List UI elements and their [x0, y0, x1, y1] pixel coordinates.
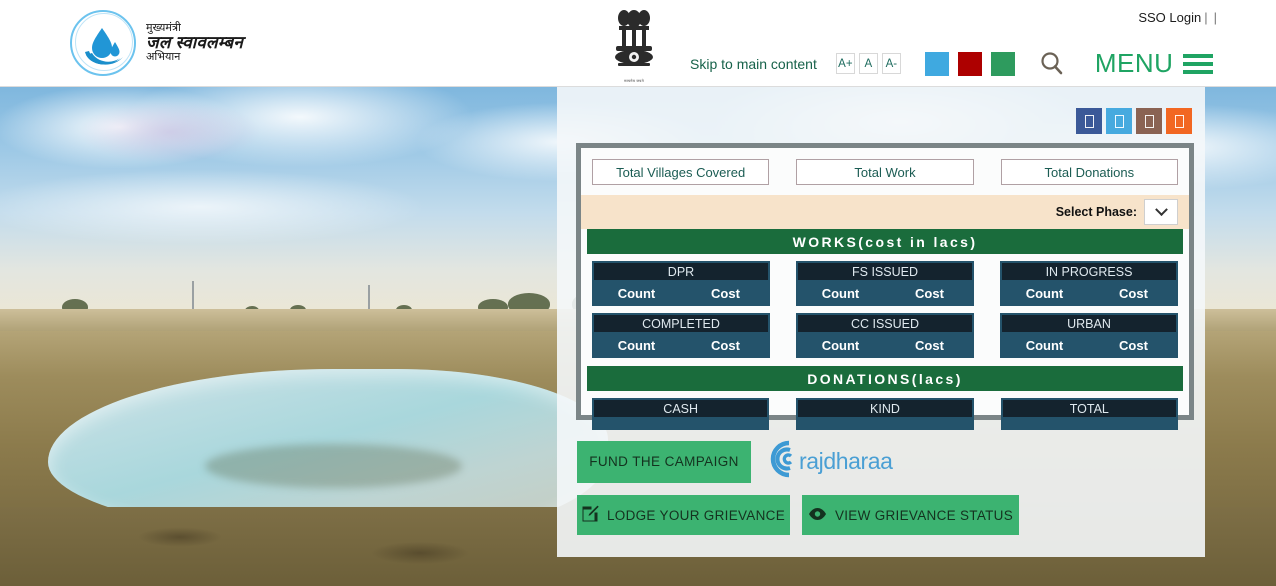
main-menu-button[interactable]: MENU [1095, 48, 1214, 79]
works-cost-label: Cost [915, 337, 944, 353]
works-count-label: Count [1025, 285, 1064, 301]
select-phase-row: Select Phase: [581, 195, 1189, 229]
chevron-down-icon [1154, 202, 1168, 216]
view-grievance-status-button[interactable]: VIEW GRIEVANCE STATUS [802, 495, 1019, 535]
donations-cell-kind[interactable]: KIND [796, 398, 974, 430]
missing-glyph-icon [1114, 114, 1124, 128]
emblem-caption: सत्यमेव जयते [624, 79, 644, 83]
works-count-label: Count [617, 285, 656, 301]
works-cell-fs-issued[interactable]: FS ISSUED Count Cost [796, 261, 974, 306]
rajdharaa-label: rajdharaa [799, 448, 893, 474]
total-villages-covered-button[interactable]: Total Villages Covered [592, 159, 770, 185]
works-cost-label: Cost [1119, 337, 1148, 353]
sso-separator-2: | [1213, 10, 1217, 25]
font-increase-button[interactable]: A+ [835, 53, 855, 74]
edit-pencil-icon [582, 505, 599, 525]
works-cost-label: Cost [711, 337, 740, 353]
works-cell-dpr[interactable]: DPR Count Cost [592, 261, 770, 306]
works-row-2: COMPLETED Count Cost CC ISSUED Count Cost … [581, 306, 1189, 358]
donations-section-heading: DONATIONS(lacs) [587, 366, 1183, 391]
works-count-label: Count [821, 285, 860, 301]
works-row-1: DPR Count Cost FS ISSUED Count Cost IN PRO… [581, 254, 1189, 306]
lodge-grievance-label: LODGE YOUR GRIEVANCE [606, 507, 786, 523]
theme-swatch-blue[interactable] [924, 51, 949, 76]
water-drop-logo-icon [68, 8, 138, 78]
view-grievance-status-label: VIEW GRIEVANCE STATUS [834, 507, 1014, 523]
logo-line-3: अभियान [146, 50, 181, 63]
theme-swatch-red[interactable] [957, 51, 982, 76]
eye-icon [808, 507, 827, 524]
logo-line-2: जल स्वावलम्बन [146, 33, 243, 53]
hamburger-icon [1183, 53, 1214, 74]
donations-cell-title: KIND [798, 400, 972, 417]
select-phase-label: Select Phase: [1055, 205, 1137, 219]
works-count-label: Count [1025, 337, 1064, 353]
skip-to-main-content-link[interactable]: Skip to main content [690, 56, 817, 72]
accessibility-toolbar: Skip to main content A+ A A- MENU [690, 48, 1214, 79]
fund-campaign-row: FUND THE CAMPAIGN rajdharaa [577, 439, 893, 484]
works-cell-title: DPR [594, 263, 768, 280]
theme-color-swatches [924, 51, 1015, 76]
total-donations-button[interactable]: Total Donations [1000, 159, 1178, 185]
works-cell-title: FS ISSUED [798, 263, 972, 280]
donations-row: CASH KIND TOTAL [581, 391, 1189, 440]
sso-login-link[interactable]: SSO Login [1138, 10, 1201, 25]
missing-glyph-icon [1174, 114, 1184, 128]
site-header: मुख्यमंत्री जल स्वावलम्बन अभियान सत्यमेव… [0, 0, 1276, 87]
works-cell-title: COMPLETED [594, 315, 768, 332]
font-normal-button[interactable]: A [858, 53, 878, 74]
works-cell-title: CC ISSUED [798, 315, 972, 332]
theme-swatch-green[interactable] [990, 51, 1015, 76]
missing-glyph-icon [1144, 114, 1154, 128]
lodge-grievance-button[interactable]: LODGE YOUR GRIEVANCE [577, 495, 790, 535]
theme-square-brown[interactable] [1136, 108, 1162, 134]
works-cost-label: Cost [915, 285, 944, 301]
donations-cell-total[interactable]: TOTAL [1000, 398, 1178, 430]
grievance-buttons-row: LODGE YOUR GRIEVANCE VIEW GRIEVANCE STAT… [577, 495, 1019, 535]
works-cell-title: IN PROGRESS [1002, 263, 1176, 280]
theme-square-lightblue[interactable] [1106, 108, 1132, 134]
totals-row: Total Villages Covered Total Work Total … [581, 148, 1189, 195]
sso-login-area: SSO Login | | [1138, 10, 1220, 25]
works-count-label: Count [617, 337, 656, 353]
theme-square-buttons [1076, 108, 1192, 134]
statistics-dashboard: Total Villages Covered Total Work Total … [576, 143, 1194, 430]
theme-square-orange[interactable] [1166, 108, 1192, 134]
works-cost-label: Cost [711, 285, 740, 301]
sso-separator-1: | [1204, 10, 1208, 25]
logo-wordmark: मुख्यमंत्री जल स्वावलम्बन अभियान [146, 22, 243, 64]
works-cost-label: Cost [1119, 285, 1148, 301]
font-decrease-button[interactable]: A- [881, 53, 901, 74]
fund-the-campaign-button[interactable]: FUND THE CAMPAIGN [577, 440, 751, 483]
works-cell-urban[interactable]: URBAN Count Cost [1000, 313, 1178, 358]
rajdharaa-logo[interactable]: rajdharaa [759, 439, 893, 484]
select-phase-dropdown[interactable] [1144, 199, 1178, 225]
missing-glyph-icon [1084, 114, 1094, 128]
works-cell-title: URBAN [1002, 315, 1176, 332]
theme-square-navy[interactable] [1076, 108, 1102, 134]
works-cell-completed[interactable]: COMPLETED Count Cost [592, 313, 770, 358]
donations-cell-cash[interactable]: CASH [592, 398, 770, 430]
search-icon[interactable] [1037, 49, 1067, 79]
total-work-button[interactable]: Total Work [796, 159, 974, 185]
page-root: मुख्यमंत्री जल स्वावलम्बन अभियान सत्यमेव… [0, 0, 1276, 586]
works-cell-cc-issued[interactable]: CC ISSUED Count Cost [796, 313, 974, 358]
works-count-label: Count [821, 337, 860, 353]
national-emblem-icon: सत्यमेव जयते [605, 6, 663, 84]
works-section-heading: WORKS(cost in lacs) [587, 229, 1183, 254]
donations-cell-title: TOTAL [1002, 400, 1176, 417]
site-logo[interactable]: मुख्यमंत्री जल स्वावलम्बन अभियान [68, 8, 243, 78]
works-cell-in-progress[interactable]: IN PROGRESS Count Cost [1000, 261, 1178, 306]
menu-label: MENU [1094, 48, 1174, 78]
font-size-controls: A+ A A- [835, 53, 901, 74]
donations-cell-title: CASH [594, 400, 768, 417]
